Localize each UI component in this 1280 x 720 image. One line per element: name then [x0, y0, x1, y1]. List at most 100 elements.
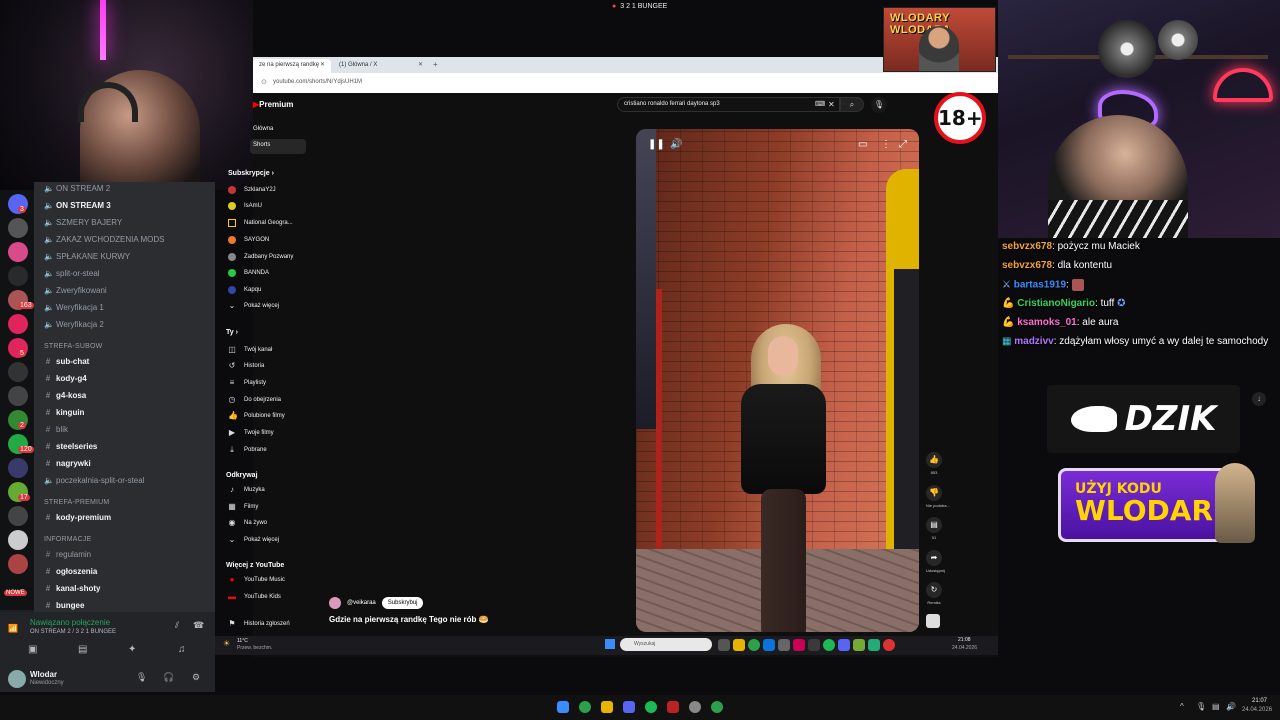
server-icon[interactable]	[8, 314, 28, 334]
close-icon[interactable]: ✕	[320, 61, 325, 68]
voice-channel[interactable]: 🔈 poczekalnia-split-or-steal	[44, 476, 144, 485]
app-icon[interactable]	[793, 639, 805, 651]
text-channel[interactable]: # nagrywki	[44, 459, 91, 468]
subscription-item[interactable]: IsAmU	[228, 202, 262, 210]
server-icon[interactable]	[8, 266, 28, 286]
taskview-icon[interactable]	[718, 639, 730, 651]
more-options-icon[interactable]: ⋮	[881, 139, 891, 150]
voice-channel[interactable]: 🔈 ZAKAZ WCHODZENIA MODS	[44, 235, 164, 244]
chrome-icon[interactable]	[579, 701, 591, 713]
search-input[interactable]: cristiano ronaldo ferrari daytona sp3	[617, 97, 840, 112]
nav-history[interactable]: ↺ Historia	[228, 362, 265, 370]
nav-liked[interactable]: 👍 Polubione filmy	[228, 412, 285, 420]
fullscreen-icon[interactable]: ⤢	[899, 139, 907, 150]
text-channel[interactable]: # g4-kosa	[44, 391, 86, 400]
server-icon[interactable]	[8, 506, 28, 526]
server-icon[interactable]	[8, 362, 28, 382]
channel-handle[interactable]: @veikaraa	[347, 600, 376, 606]
tray-chevron-icon[interactable]: ^	[1180, 702, 1184, 711]
show-more-subs[interactable]: ⌄ Pokaż więcej	[228, 302, 279, 310]
channel-avatar[interactable]	[329, 597, 341, 609]
scroll-down-icon[interactable]: ↓	[1252, 392, 1266, 406]
pause-icon[interactable]: ❚❚	[648, 139, 665, 150]
share-action[interactable]: ➦ Udostępnij	[926, 550, 945, 573]
volume-icon[interactable]: 🔊	[670, 139, 682, 150]
nav-your-channel[interactable]: ◫ Twój kanał	[228, 346, 272, 354]
comment-icon[interactable]: ▤	[926, 517, 942, 533]
clear-search-icon[interactable]: ✕	[828, 100, 835, 109]
category-header[interactable]: STREFA-SUBOW	[44, 343, 102, 350]
address-bar[interactable]: ⊙ youtube.com/shorts/NrYdjsUH1M	[253, 73, 998, 93]
taskbar-search[interactable]: Wyszukaj	[620, 638, 712, 651]
subscription-item[interactable]: SAYGON	[228, 236, 269, 244]
soundboard-icon[interactable]: ♫	[178, 644, 186, 655]
headphones-icon[interactable]: 🎧	[163, 672, 174, 683]
mic-tray-icon[interactable]: 🎙	[1196, 702, 1206, 711]
browser-tab[interactable]: (1) Główna / X	[333, 59, 423, 73]
subscribe-button[interactable]: Subskrybuj	[381, 597, 424, 609]
server-icon[interactable]	[8, 218, 28, 238]
nav-youtube-kids[interactable]: ▬ YouTube Kids	[228, 593, 281, 601]
activities-icon[interactable]: ✦	[128, 644, 136, 655]
text-channel[interactable]: # bungee	[44, 601, 85, 610]
file-explorer-icon[interactable]	[733, 639, 745, 651]
server-icon[interactable]	[8, 554, 28, 574]
close-icon[interactable]: ✕	[418, 61, 423, 68]
server-icon[interactable]	[8, 458, 28, 478]
app-icon[interactable]	[808, 639, 820, 651]
voice-channel[interactable]: 🔈 Zweryfikowani	[44, 286, 107, 295]
app-icon[interactable]	[853, 639, 865, 651]
discord-icon[interactable]	[838, 639, 850, 651]
camera-off-icon[interactable]: ▣	[28, 644, 37, 655]
windows-start-icon[interactable]	[557, 701, 569, 713]
url-text[interactable]: youtube.com/shorts/NrYdjsUH1M	[273, 79, 362, 85]
show-more-explore[interactable]: ⌄ Pokaż więcej	[228, 536, 279, 544]
clock-time[interactable]: 21:08	[958, 637, 971, 643]
weather-icon[interactable]: ☀	[223, 639, 230, 648]
comments-action[interactable]: ▤ 51	[926, 517, 942, 540]
voice-channel[interactable]: 🔈 Weryfikacja 2	[44, 320, 104, 329]
nav-shorts[interactable]: Shorts	[253, 142, 270, 148]
voice-channel[interactable]: 🔈 split-or-steal	[44, 269, 100, 278]
server-icon[interactable]	[8, 386, 28, 406]
text-channel[interactable]: # kanal-shoty	[44, 584, 101, 593]
search-button[interactable]: ⌕	[840, 97, 864, 112]
app-icon[interactable]	[667, 701, 679, 713]
nav-watch-later[interactable]: ◷ Do obejrzenia	[228, 396, 282, 404]
disconnect-icon[interactable]: ☎	[193, 620, 204, 631]
text-channel[interactable]: # blik	[44, 425, 68, 434]
nav-youtube-music[interactable]: ● YouTube Music	[228, 576, 285, 584]
text-channel[interactable]: # sub-chat	[44, 357, 90, 366]
volume-icon[interactable]: 🔊	[1226, 702, 1236, 711]
avatar[interactable]	[8, 670, 26, 688]
text-channel[interactable]: # kody-premium	[44, 513, 111, 522]
app-icon[interactable]	[868, 639, 880, 651]
spotify-icon[interactable]	[645, 701, 657, 713]
weather-temp[interactable]: 11°C	[237, 638, 248, 644]
clock-time[interactable]: 21:07	[1252, 698, 1267, 704]
remix-action[interactable]: ↻ Remiks	[926, 582, 942, 605]
youtube-logo[interactable]: ▶Premium	[253, 100, 293, 109]
server-icon[interactable]	[8, 242, 28, 262]
windows-start-icon[interactable]	[605, 639, 615, 649]
text-channel[interactable]: # kody-g4	[44, 374, 87, 383]
nav-downloads[interactable]: ⤓ Pobrane	[228, 446, 266, 454]
noise-suppression-icon[interactable]: ⫽	[175, 620, 179, 631]
screen-share-icon[interactable]: ▤	[78, 644, 87, 655]
text-channel[interactable]: # steelseries	[44, 442, 98, 451]
file-explorer-icon[interactable]	[601, 701, 613, 713]
text-channel[interactable]: # kinguin	[44, 408, 85, 417]
discord-icon[interactable]	[623, 701, 635, 713]
spotify-icon[interactable]	[823, 639, 835, 651]
voice-channel[interactable]: 🔈 SPŁAKANE KURWY	[44, 252, 130, 261]
nav-home[interactable]: Główna	[253, 126, 273, 132]
microphone-icon[interactable]: 🎙	[136, 672, 147, 683]
nav-report-history[interactable]: ⚑ Historia zgłoszeń	[228, 620, 289, 628]
chrome-icon[interactable]	[748, 639, 760, 651]
category-header[interactable]: INFORMACJE	[44, 536, 92, 543]
you-heading[interactable]: Ty ›	[226, 329, 238, 336]
text-channel[interactable]: # ogłoszenia	[44, 567, 98, 576]
voice-channel[interactable]: 🔈 ON STREAM 2	[44, 184, 110, 193]
nav-music[interactable]: ♪ Muzyka	[228, 486, 265, 494]
voice-status[interactable]: Nawiązano połączenie	[30, 618, 110, 627]
